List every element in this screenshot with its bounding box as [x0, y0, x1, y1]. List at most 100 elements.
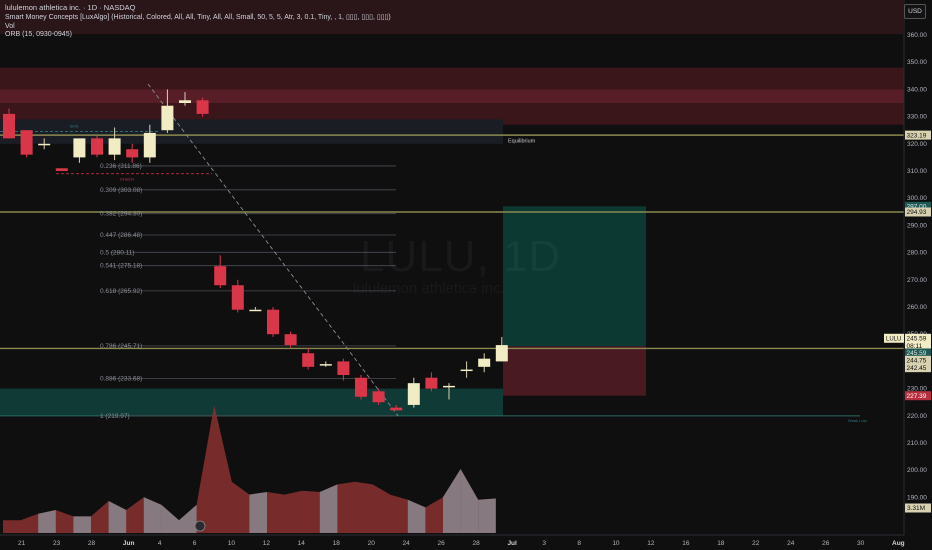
indicator-vol[interactable]: Vol — [5, 23, 15, 30]
chart-area[interactable]: 0.236 (311.86) 0.309 (303.08) 0.382 (294.3… — [0, 0, 932, 550]
time-tick-label: 26 — [438, 540, 446, 547]
candle-body[interactable] — [284, 334, 297, 346]
candle-body[interactable] — [443, 385, 455, 388]
chart-legend-header: lululemon athletica inc. · 1D · NASDAQ S… — [0, 0, 904, 38]
candle-body[interactable] — [126, 149, 139, 158]
time-tick-label: 23 — [53, 540, 61, 547]
candle-body[interactable] — [161, 105, 174, 131]
volume-up-segment — [407, 499, 426, 533]
candle-body[interactable] — [460, 369, 473, 372]
time-tick-label: 28 — [472, 540, 480, 547]
price-tick-label: 300.00 — [907, 195, 927, 202]
earnings-icon[interactable] — [194, 520, 206, 532]
candle-body[interactable] — [179, 100, 191, 103]
fib-level-label: 0.786 (245.71) — [100, 343, 142, 350]
volume-up-segment — [73, 516, 91, 533]
fib-level-label: 0.886 (233.68) — [100, 376, 142, 383]
time-tick-label: 18 — [717, 540, 725, 547]
price-axis[interactable] — [904, 0, 932, 535]
price-tick-label: 330.00 — [907, 114, 927, 121]
candle-body[interactable] — [425, 377, 438, 389]
time-tick-label: 4 — [158, 540, 162, 547]
time-tick-label: 14 — [298, 540, 306, 547]
candle-body[interactable] — [355, 377, 367, 397]
badge-323-text: 323.19 — [907, 132, 927, 139]
candle-body[interactable] — [407, 383, 420, 405]
name-watermark: lululemon athletica inc. — [353, 280, 505, 297]
candle-body[interactable] — [372, 391, 385, 403]
time-tick-label: 12 — [263, 540, 271, 547]
time-tick-label: 30 — [857, 540, 865, 547]
time-tick-label: 6 — [193, 540, 197, 547]
price-tick-label: 190.00 — [907, 494, 927, 501]
time-tick-label: 28 — [88, 540, 96, 547]
time-tick-label: 16 — [682, 540, 690, 547]
candle-body[interactable] — [38, 143, 51, 146]
time-tick-label: 20 — [368, 540, 376, 547]
symbol-watermark: LULU, 1D — [360, 232, 562, 281]
equilibrium-label: Equilibrium — [508, 138, 536, 144]
candle-body[interactable] — [231, 285, 244, 310]
time-tick-label: 22 — [752, 540, 760, 547]
candle-body[interactable] — [478, 358, 491, 367]
candle-body[interactable] — [196, 100, 209, 114]
candle-body[interactable] — [73, 138, 86, 158]
time-tick-label: 10 — [612, 540, 620, 547]
price-tick-label: 220.00 — [907, 413, 927, 420]
candle-body[interactable] — [319, 364, 332, 366]
candle-body[interactable] — [55, 168, 68, 171]
time-tick-label: Jul — [507, 540, 517, 547]
candle-body[interactable] — [267, 309, 279, 335]
symbol-title[interactable]: lululemon athletica inc. · 1D · NASDAQ — [5, 3, 135, 12]
time-tick-label: 21 — [18, 540, 26, 547]
indicator-smc[interactable]: Smart Money Concepts [LuxAlgo] (Historic… — [5, 13, 391, 21]
candle-body[interactable] — [495, 345, 508, 362]
volume-up-segment — [179, 504, 197, 533]
price-tick-label: 280.00 — [907, 250, 927, 257]
time-tick-label: 24 — [787, 540, 795, 547]
bos-label: BOS — [70, 123, 79, 128]
volume-up-segment — [319, 484, 338, 533]
candle-body[interactable] — [108, 138, 121, 155]
fib-level-label: 0.5 (280.11) — [100, 249, 135, 256]
volume-up-segment — [143, 497, 162, 533]
candle-body[interactable] — [337, 361, 350, 375]
time-tick-label: Aug — [892, 540, 905, 547]
fib-level-label: 0.541 (275.18) — [100, 263, 142, 270]
candle-body[interactable] — [214, 266, 227, 286]
price-tick-label: 350.00 — [907, 59, 927, 66]
price-tick-label: 290.00 — [907, 222, 927, 229]
candle-body[interactable] — [3, 113, 15, 139]
volume-up-segment — [108, 501, 127, 533]
candle-body[interactable] — [20, 130, 33, 155]
fib-level-label: 0.309 (303.08) — [100, 187, 142, 194]
badge-2424-text: 242.45 — [907, 365, 927, 372]
price-tick-label: 320.00 — [907, 141, 927, 148]
fib-level-label: 0.618 (265.92) — [100, 288, 142, 295]
time-tick-label: Jun — [123, 540, 135, 547]
time-tick-label: 8 — [577, 540, 581, 547]
candle-body[interactable] — [249, 309, 262, 312]
choch-label: CHoCH — [120, 177, 134, 182]
stop-zone — [503, 346, 646, 396]
volume-up-segment — [460, 469, 479, 533]
candle-body[interactable] — [390, 407, 403, 411]
weak-low-label: Weak Low — [848, 418, 867, 423]
supply-zone — [0, 89, 904, 103]
badge-227-text: 227.39 — [907, 393, 927, 400]
volume-up-segment — [443, 469, 461, 533]
price-tick-label: 210.00 — [907, 440, 927, 447]
candle-body[interactable] — [91, 138, 103, 155]
indicator-orb[interactable]: ORB (15, 0930-0945) — [5, 31, 72, 38]
time-axis[interactable] — [0, 535, 904, 550]
volume-up-segment — [38, 509, 56, 533]
time-tick-label: 3 — [542, 540, 546, 547]
badge-volume-text: 3.31M — [907, 505, 925, 512]
fib-level-label: 0.236 (311.86) — [100, 163, 142, 170]
candle-body[interactable] — [302, 353, 315, 367]
price-tick-label: 360.00 — [907, 32, 927, 39]
time-tick-label: 12 — [647, 540, 655, 547]
candle-body[interactable] — [143, 132, 156, 158]
symbol-tag-text: LULU — [886, 336, 901, 342]
currency-button[interactable]: USD — [904, 4, 926, 19]
